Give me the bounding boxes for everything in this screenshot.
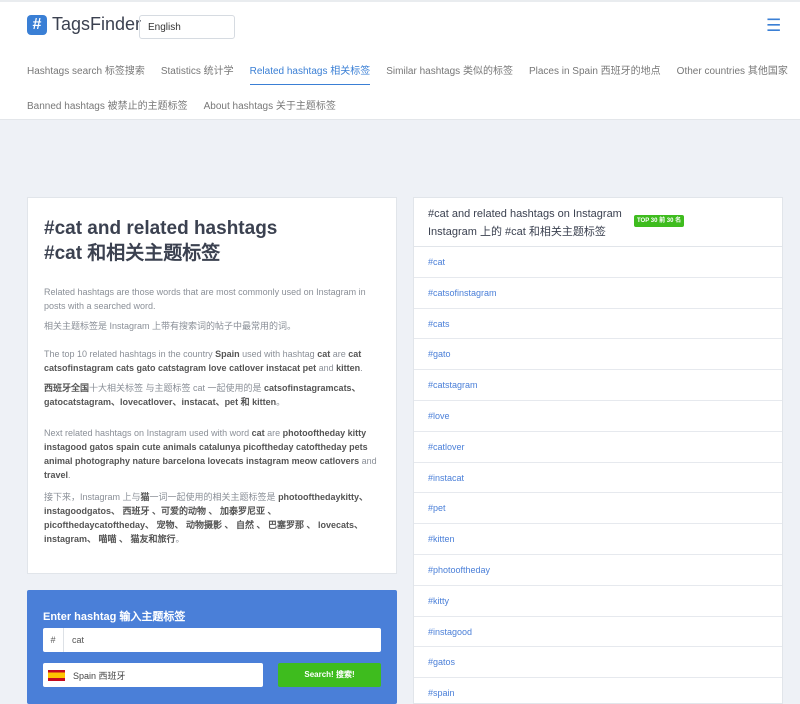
hash-prefix-icon: # <box>43 628 64 652</box>
intro-paragraph: Related hashtags are those words that ar… <box>44 287 366 311</box>
nav-item[interactable]: Other countries 其他国家 <box>677 62 788 85</box>
nav-item[interactable]: Similar hashtags 类似的标签 <box>386 62 513 85</box>
hashtag-input[interactable] <box>64 635 364 645</box>
logo-text: TagsFinder <box>52 14 142 34</box>
hamburger-menu-icon[interactable]: ☰ <box>766 16 781 36</box>
hashtag-link[interactable]: #cats <box>414 309 782 340</box>
language-select[interactable]: English <box>139 15 235 39</box>
related-header: #cat and related hashtags on Instagram I… <box>414 198 782 247</box>
hashtag-link[interactable]: #catstagram <box>414 370 782 401</box>
hashtag-link[interactable]: #gato <box>414 339 782 371</box>
country-label: Spain 西班牙 <box>73 670 126 681</box>
hashtag-link[interactable]: #instagood <box>414 617 782 648</box>
top10-paragraph: The top 10 related hashtags in the count… <box>44 349 363 373</box>
spain-flag-icon <box>48 669 65 681</box>
hashtag-logo-icon: # <box>27 14 47 35</box>
page-title-en: #cat and related hashtags <box>44 218 278 239</box>
nav-item[interactable]: Statistics 统计学 <box>161 62 234 85</box>
page-title: #cat and related hashtags #cat 和相关主题标签 <box>44 216 277 266</box>
hashtag-list: #cat #catsofinstagram #cats #gato #catstagra… <box>414 247 782 703</box>
page-title-cn: #cat 和相关主题标签 <box>44 243 221 264</box>
intro-paragraph-cn: 相关主题标签是 Instagram 上带有搜索词的帖子中最常用的词。 <box>44 321 297 331</box>
next-related-paragraph-cn: 接下来，Instagram 上与猫一词一起使用的相关主题标签是 photooft… <box>44 492 369 544</box>
next-related-paragraph: Next related hashtags on Instagram used … <box>44 428 377 480</box>
country-select[interactable]: Spain 西班牙 <box>43 663 263 687</box>
hashtag-link[interactable]: #spain <box>414 678 782 703</box>
nav-row-2: Banned hashtags 被禁止的主题标签 About hashtags 关… <box>27 97 352 112</box>
hashtag-link[interactable]: #love <box>414 401 782 432</box>
hashtag-link[interactable]: #pet <box>414 493 782 525</box>
related-header-cn: Instagram 上的 #cat 和相关主题标签 <box>428 226 606 238</box>
hashtag-link[interactable]: #photooftheday <box>414 555 782 586</box>
nav-item[interactable]: Related hashtags 相关标签 <box>249 62 371 85</box>
nav-item[interactable]: Places in Spain 西班牙的地点 <box>529 62 661 85</box>
hashtag-link[interactable]: #catsofinstagram <box>414 278 782 309</box>
nav-item[interactable]: Banned hashtags 被禁止的主题标签 <box>27 97 188 112</box>
search-title: Enter hashtag 输入主题标签 <box>43 611 186 623</box>
hashtag-link[interactable]: #catlover <box>414 432 782 463</box>
nav-item[interactable]: About hashtags 关于主题标签 <box>204 97 336 112</box>
hashtag-input-group: # <box>43 628 381 652</box>
hashtag-link[interactable]: #kitty <box>414 586 782 617</box>
site-logo[interactable]: # TagsFinder <box>27 14 141 35</box>
hashtag-link[interactable]: #kitten <box>414 524 782 555</box>
top30-badge: TOP 30 前 30 名 <box>634 215 685 227</box>
top10-paragraph-cn: 西班牙全国十大相关标签 与主题标签 cat 一起使用的是 catsofinsta… <box>44 383 361 407</box>
hashtag-link[interactable]: #cat <box>414 247 782 278</box>
nav-item[interactable]: Hashtags search 标签搜索 <box>27 62 145 85</box>
related-header-en: #cat and related hashtags on Instagram <box>428 208 622 220</box>
hashtag-link[interactable]: #gatos <box>414 647 782 679</box>
search-panel: Enter hashtag 输入主题标签 # Spain 西班牙 Search!… <box>27 590 397 704</box>
info-card: #cat and related hashtags #cat 和相关主题标签 R… <box>27 197 397 574</box>
related-hashtags-card: #cat and related hashtags on Instagram I… <box>413 197 783 704</box>
nav-row-1: Hashtags search 标签搜索 Statistics 统计学 Relate… <box>27 62 800 85</box>
search-button[interactable]: Search! 搜索! <box>278 663 381 687</box>
top-header: # TagsFinder English ☰ Hashtags search 标… <box>0 0 800 120</box>
hashtag-link[interactable]: #instacat <box>414 463 782 494</box>
